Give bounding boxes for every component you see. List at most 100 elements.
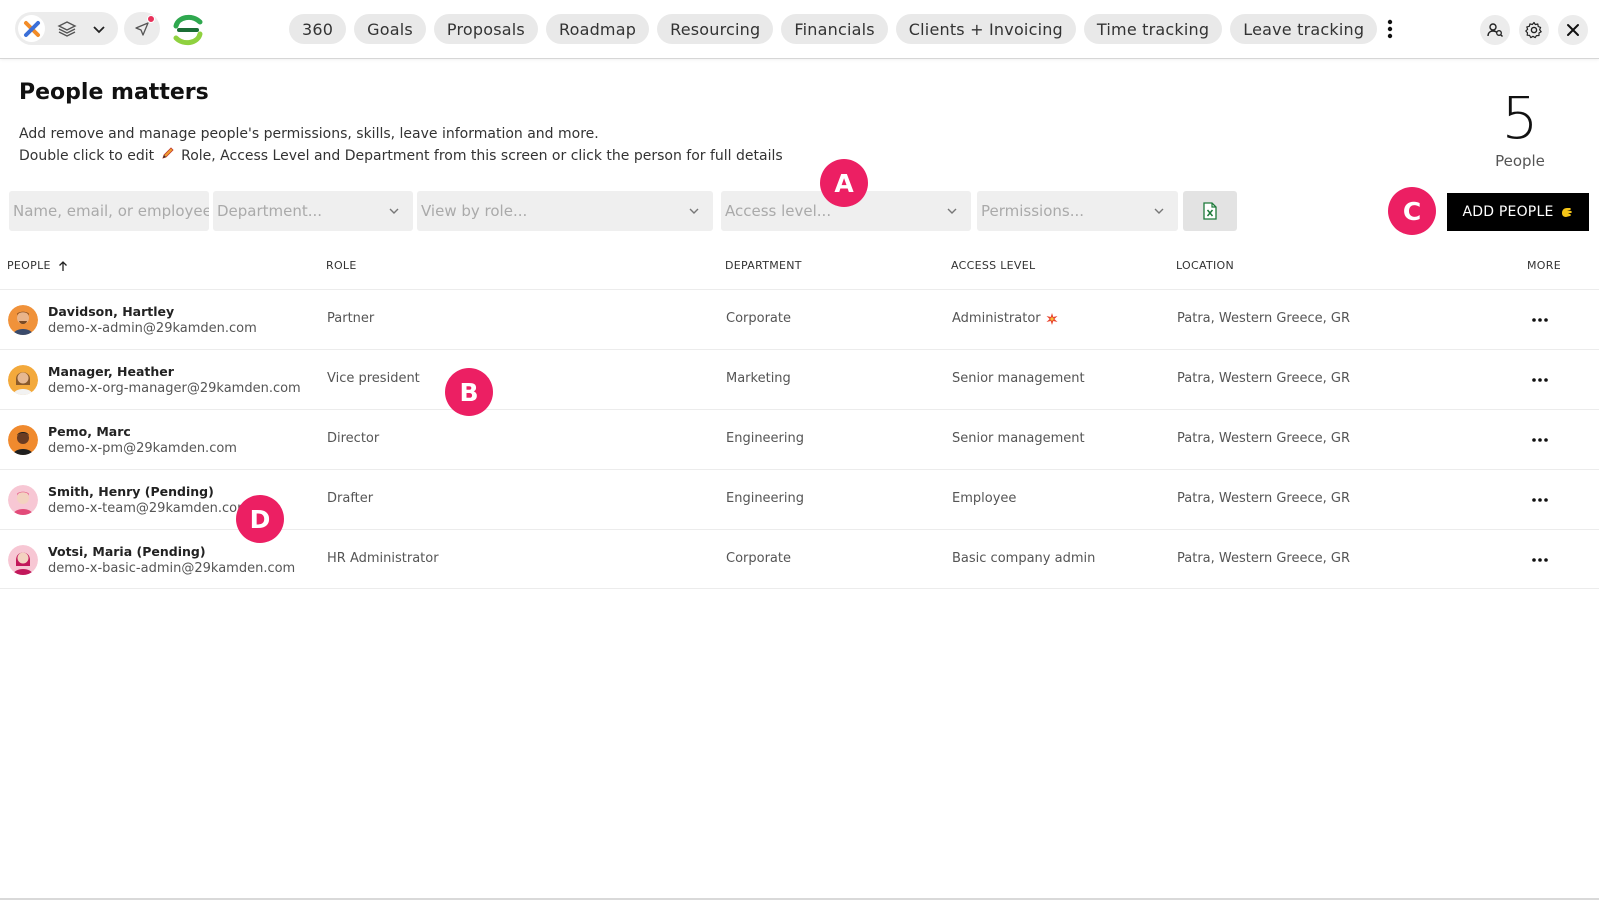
- people-count-label: People: [1495, 152, 1545, 170]
- close-icon: [1567, 24, 1579, 36]
- department-cell[interactable]: Engineering: [726, 431, 804, 446]
- column-header-more: MORE: [1527, 259, 1561, 272]
- chevron-down-icon: [689, 208, 699, 214]
- page-title: People matters: [19, 80, 209, 105]
- nav-resourcing[interactable]: Resourcing: [657, 14, 774, 44]
- access-level-text: Administrator: [952, 311, 1041, 326]
- more-vertical-icon[interactable]: [1385, 17, 1395, 41]
- search-input[interactable]: Name, email, or employee ID: [9, 191, 209, 231]
- column-header-access-level[interactable]: ACCESS LEVEL: [951, 259, 1035, 272]
- location-cell: Patra, Western Greece, GR: [1177, 371, 1350, 386]
- annotation-marker-c: C: [1388, 187, 1436, 235]
- settings-button[interactable]: [1519, 15, 1549, 45]
- department-select[interactable]: Department...: [213, 191, 413, 231]
- annotation-marker-b: B: [445, 368, 493, 416]
- person-name: Manager, Heather: [48, 364, 174, 379]
- person-name: Pemo, Marc: [48, 424, 131, 439]
- access-level-cell[interactable]: Senior management: [952, 371, 1085, 386]
- notification-dot: [147, 15, 155, 23]
- role-cell[interactable]: Director: [327, 431, 379, 446]
- access-level-placeholder: Access level...: [725, 202, 832, 220]
- nav-time-tracking[interactable]: Time tracking: [1083, 14, 1223, 44]
- table-row[interactable]: Davidson, Hartley demo-x-admin@29kamden.…: [0, 289, 1599, 349]
- nav-financials[interactable]: Financials: [781, 14, 888, 44]
- more-horizontal-icon[interactable]: [1530, 552, 1550, 568]
- person-email: demo-x-pm@29kamden.com: [48, 441, 237, 456]
- table-row[interactable]: Pemo, Marc demo-x-pm@29kamden.com Direct…: [0, 409, 1599, 469]
- x-logo-icon: [23, 20, 40, 37]
- nav-roadmap[interactable]: Roadmap: [545, 14, 650, 44]
- location-cell: Patra, Western Greece, GR: [1177, 551, 1350, 566]
- department-placeholder: Department...: [217, 202, 323, 220]
- admin-star-icon: [1046, 312, 1058, 325]
- send-icon: [135, 21, 149, 36]
- access-level-cell[interactable]: Senior management: [952, 431, 1085, 446]
- nav-proposals[interactable]: Proposals: [433, 14, 538, 44]
- nav-clients-invoicing[interactable]: Clients + Invoicing: [895, 14, 1076, 44]
- column-header-department[interactable]: DEPARTMENT: [725, 259, 802, 272]
- export-excel-button[interactable]: [1183, 191, 1237, 231]
- annotation-marker-a: A: [820, 159, 868, 207]
- people-search-button[interactable]: [1480, 15, 1510, 45]
- access-level-cell[interactable]: Administrator: [952, 311, 1059, 326]
- nav-leave-tracking[interactable]: Leave tracking: [1230, 14, 1378, 44]
- avatar[interactable]: [8, 305, 38, 335]
- department-cell[interactable]: Corporate: [726, 311, 791, 326]
- column-header-people-label: PEOPLE: [7, 259, 51, 272]
- gear-icon: [1525, 21, 1542, 39]
- close-button[interactable]: [1558, 15, 1588, 45]
- chevron-down-icon: [389, 208, 399, 214]
- access-level-cell[interactable]: Employee: [952, 491, 1016, 506]
- nav-360[interactable]: 360: [289, 14, 347, 44]
- role-cell[interactable]: Partner: [327, 311, 374, 326]
- department-cell[interactable]: Marketing: [726, 371, 791, 386]
- permissions-placeholder: Permissions...: [981, 202, 1085, 220]
- avatar[interactable]: [8, 485, 38, 515]
- permissions-select[interactable]: Permissions...: [977, 191, 1178, 231]
- department-cell[interactable]: Corporate: [726, 551, 791, 566]
- table-row[interactable]: Votsi, Maria (Pending) demo-x-basic-admi…: [0, 529, 1599, 589]
- more-horizontal-icon[interactable]: [1530, 372, 1550, 388]
- role-cell[interactable]: Vice president: [327, 371, 420, 386]
- person-email: demo-x-team@29kamden.com: [48, 501, 250, 516]
- instructions-text-end: Role, Access Level and Department from t…: [181, 148, 783, 164]
- add-people-label: ADD PEOPLE: [1462, 204, 1554, 220]
- layers-icon[interactable]: [57, 19, 77, 39]
- column-header-people[interactable]: PEOPLE: [7, 259, 69, 272]
- avatar[interactable]: [8, 425, 38, 455]
- location-cell: Patra, Western Greece, GR: [1177, 311, 1350, 326]
- more-horizontal-icon[interactable]: [1530, 492, 1550, 508]
- chevron-down-icon: [947, 208, 957, 214]
- role-cell[interactable]: HR Administrator: [327, 551, 439, 566]
- people-count: 5: [1501, 84, 1539, 152]
- role-placeholder: View by role...: [421, 202, 528, 220]
- column-header-location[interactable]: LOCATION: [1176, 259, 1234, 272]
- more-horizontal-icon[interactable]: [1530, 312, 1550, 328]
- chevron-down-icon[interactable]: [90, 20, 108, 38]
- person-name: Votsi, Maria (Pending): [48, 544, 206, 559]
- sort-ascending-icon: [58, 260, 67, 271]
- location-cell: Patra, Western Greece, GR: [1177, 431, 1350, 446]
- pencil-icon: [162, 147, 174, 159]
- app-switch-button[interactable]: [18, 15, 45, 42]
- hand-wave-icon: [1562, 208, 1573, 217]
- send-button[interactable]: [124, 12, 160, 45]
- add-people-button[interactable]: ADD PEOPLE: [1447, 193, 1589, 231]
- table-row[interactable]: Manager, Heather demo-x-org-manager@29ka…: [0, 349, 1599, 409]
- instructions-text-start: Double click to edit: [19, 148, 155, 164]
- avatar[interactable]: [8, 545, 38, 575]
- brand-logo-icon[interactable]: [170, 12, 206, 48]
- avatar[interactable]: [8, 365, 38, 395]
- role-cell[interactable]: Drafter: [327, 491, 373, 506]
- more-horizontal-icon[interactable]: [1530, 432, 1550, 448]
- department-cell[interactable]: Engineering: [726, 491, 804, 506]
- role-select[interactable]: View by role...: [417, 191, 713, 231]
- page-instructions: Double click to edit Role, Access Level …: [19, 146, 783, 164]
- person-email: demo-x-admin@29kamden.com: [48, 321, 257, 336]
- app-switcher-group: [15, 12, 118, 45]
- nav-goals[interactable]: Goals: [354, 14, 426, 44]
- person-email: demo-x-org-manager@29kamden.com: [48, 381, 301, 396]
- column-header-role[interactable]: ROLE: [326, 259, 357, 272]
- person-name: Smith, Henry (Pending): [48, 484, 214, 499]
- access-level-cell[interactable]: Basic company admin: [952, 551, 1095, 566]
